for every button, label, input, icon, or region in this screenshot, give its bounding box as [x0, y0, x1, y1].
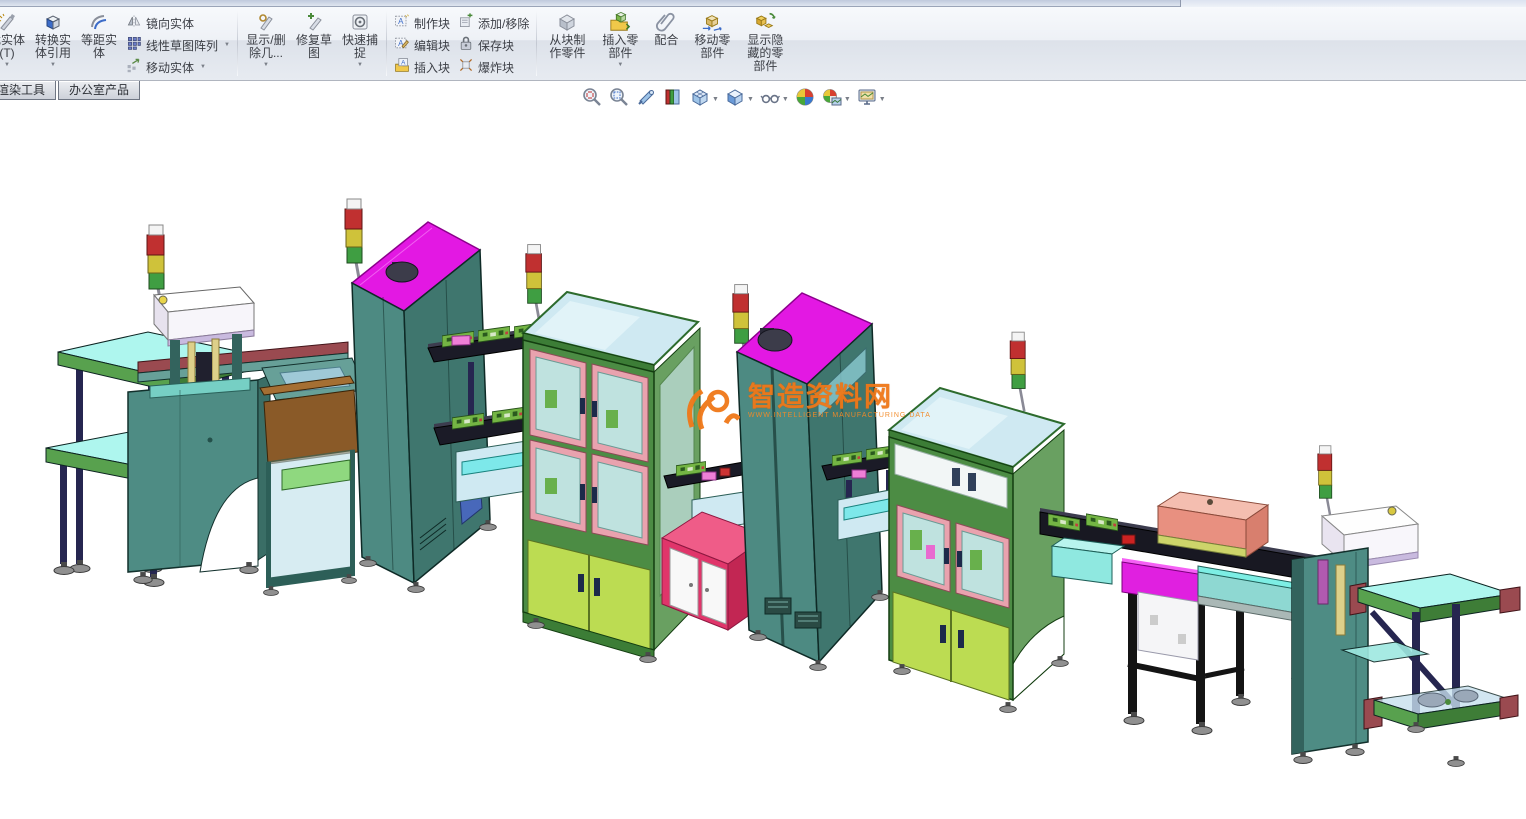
linear-sketch-pattern-button[interactable]: 线性草图阵列 ▼: [122, 34, 234, 56]
window-top-strip: [0, 0, 1526, 7]
quick-snaps-icon: [350, 10, 370, 34]
offset-entities-button[interactable]: 等距实体: [76, 7, 122, 80]
button-label: 保存块: [477, 38, 514, 53]
block-tools-column-2: 添加/移除 保存块 爆炸块: [454, 7, 533, 80]
move-component-icon: [701, 10, 723, 34]
tower-light: [343, 197, 364, 291]
button-label: 添加/移除: [477, 16, 530, 31]
add-remove-icon: [458, 13, 474, 34]
command-manager-tabs: 渲染工具 办公室产品: [0, 81, 141, 100]
linear-sketch-pattern-icon: [126, 35, 142, 56]
move-component-button[interactable]: 移动零部件: [686, 7, 738, 80]
button-label: 镜向实体: [146, 16, 195, 31]
button-label: 修复草图: [295, 33, 332, 60]
viewport-3d[interactable]: [0, 100, 1526, 819]
trim-entities-icon: [0, 10, 17, 34]
repair-sketch-button[interactable]: 修复草图: [291, 7, 337, 80]
mirror-entities-icon: [126, 13, 142, 34]
make-block-button[interactable]: 制作块: [390, 12, 454, 34]
tab-office-products[interactable]: 办公室产品: [58, 81, 141, 100]
dropdown-caret[interactable]: ▼: [50, 61, 56, 69]
brown-buffer-enclosure[interactable]: [259, 357, 367, 596]
button-label: 插入零部件: [602, 33, 639, 60]
button-label: 显示隐藏的零部件: [747, 33, 784, 73]
move-entities-button[interactable]: 移动实体 ▼: [122, 56, 234, 78]
dropdown-caret[interactable]: ▼: [4, 61, 10, 69]
button-label: 等距实体: [80, 33, 117, 60]
explode-block-button[interactable]: 爆炸块: [454, 56, 533, 78]
group-separator: [236, 11, 238, 76]
mate-button[interactable]: 配合: [646, 7, 686, 80]
button-label: 移动零部件: [694, 33, 731, 60]
right-unload-stair-conveyor[interactable]: [1291, 444, 1521, 767]
group-separator: [385, 11, 387, 76]
mate-icon: [655, 10, 677, 34]
button-label: 插入块: [413, 60, 450, 75]
button-label: 快速捕捉: [341, 33, 378, 60]
insert-components-icon: [609, 10, 631, 34]
tower-light: [1008, 330, 1027, 413]
save-block-icon: [458, 35, 474, 56]
button-label: 转换实体引用: [34, 33, 71, 60]
button-label: 制作块: [413, 16, 450, 31]
explode-block-icon: [458, 57, 474, 78]
display-delete-relations-button[interactable]: 显示/删除几... ▼: [241, 7, 291, 80]
button-label: 编辑块: [413, 38, 450, 53]
make-part-from-block-icon: [556, 10, 578, 34]
mirror-entities-button[interactable]: 镜向实体: [122, 12, 234, 34]
button-label: 配合: [654, 33, 679, 47]
edit-block-icon: [394, 35, 410, 56]
insert-block-icon: [394, 57, 410, 78]
command-manager-ribbon: 裁实体(T) ▼ 转换实体引用 ▼ 等距实体 镜向实体 线性草图阵列 ▼ 移: [0, 7, 1526, 81]
save-block-button[interactable]: 保存块: [454, 34, 533, 56]
display-delete-relations-icon: [256, 10, 276, 34]
button-label: 移动实体: [146, 60, 195, 75]
make-block-icon: [394, 13, 410, 34]
dropdown-caret[interactable]: ▼: [617, 61, 623, 69]
block-tools-column-1: 制作块 编辑块 插入块: [390, 7, 454, 80]
trim-entities-button[interactable]: 裁实体(T) ▼: [0, 7, 30, 80]
convert-entities-button[interactable]: 转换实体引用 ▼: [30, 7, 76, 80]
repair-sketch-icon: [304, 10, 324, 34]
insert-block-button[interactable]: 插入块: [390, 56, 454, 78]
move-entities-icon: [126, 57, 142, 78]
insert-components-button[interactable]: 插入零部件 ▼: [594, 7, 646, 80]
button-label: 从块制作零件: [549, 33, 586, 60]
add-remove-button[interactable]: 添加/移除: [454, 12, 533, 34]
show-hidden-components-icon: [754, 10, 776, 34]
dropdown-caret[interactable]: ▼: [263, 61, 269, 69]
window-top-strip-segment: [1180, 0, 1526, 7]
application-window: 裁实体(T) ▼ 转换实体引用 ▼ 等距实体 镜向实体 线性草图阵列 ▼ 移: [0, 0, 1526, 819]
dropdown-caret[interactable]: ▼: [200, 63, 206, 71]
button-label: 裁实体(T): [0, 33, 25, 60]
dropdown-caret[interactable]: ▼: [357, 61, 363, 69]
convert-entities-icon: [43, 10, 63, 34]
tab-render-tools[interactable]: 渲染工具: [0, 81, 57, 100]
button-label: 爆炸块: [477, 60, 514, 75]
group-separator: [536, 11, 538, 76]
button-label: 线性草图阵列: [146, 38, 219, 53]
dropdown-caret[interactable]: ▼: [224, 41, 230, 49]
quick-snaps-button[interactable]: 快速捕捉 ▼: [337, 7, 383, 80]
tower-light: [524, 243, 543, 329]
show-hidden-components-button[interactable]: 显示隐藏的零部件: [738, 7, 792, 80]
edit-block-button[interactable]: 编辑块: [390, 34, 454, 56]
sketch-tools-column: 镜向实体 线性草图阵列 ▼ 移动实体 ▼: [122, 7, 234, 80]
offset-entities-icon: [89, 10, 109, 34]
make-part-from-block-button[interactable]: 从块制作零件: [540, 7, 594, 80]
button-label: 显示/删除几...: [246, 33, 286, 60]
tower-light: [1316, 444, 1333, 521]
